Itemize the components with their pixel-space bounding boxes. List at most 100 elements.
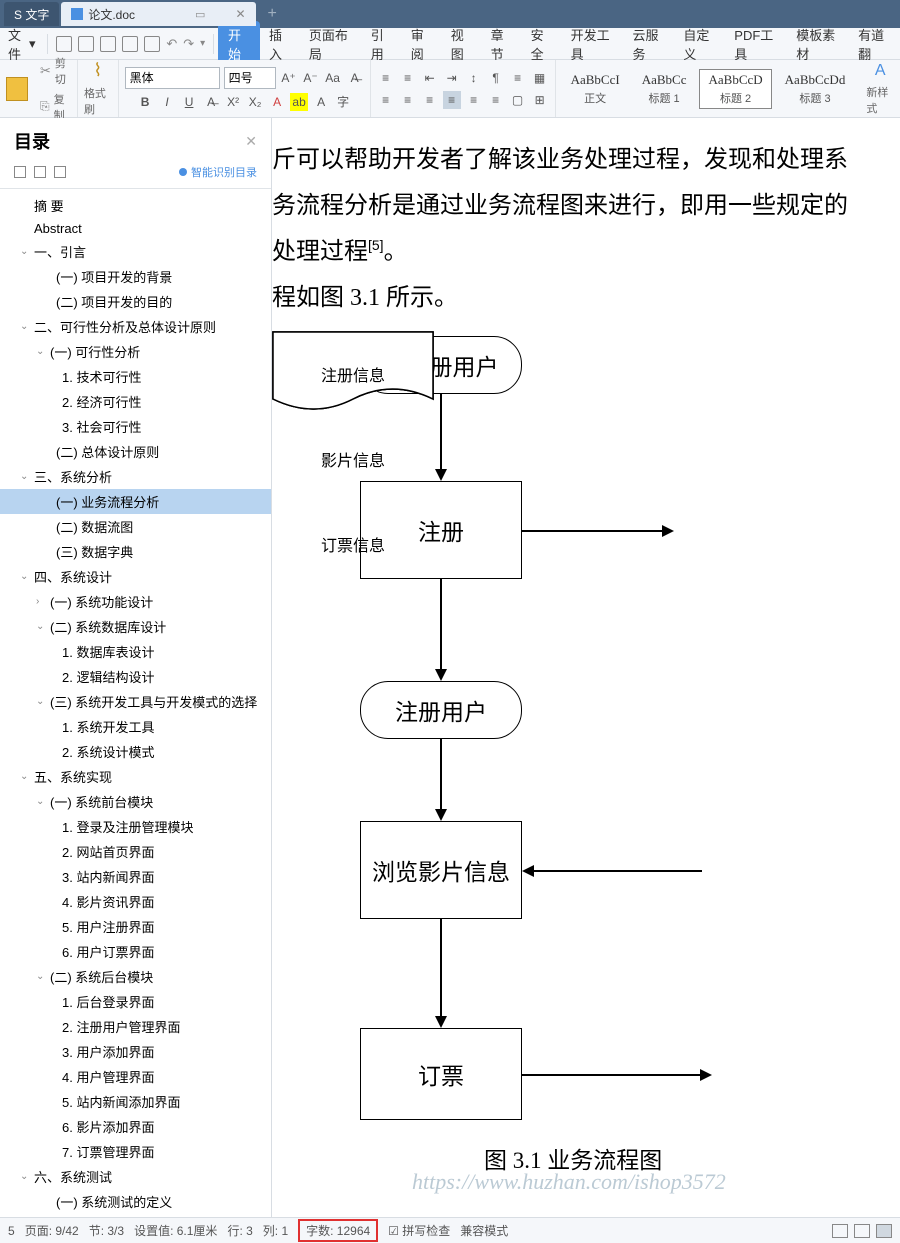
toc-item[interactable]: 4. 影片资讯界面 (0, 889, 271, 914)
export-icon[interactable] (100, 36, 116, 52)
toc-item[interactable]: 1. 技术可行性 (0, 364, 271, 389)
chevron-icon[interactable]: ⌄ (20, 571, 32, 582)
add-tab-button[interactable]: + (258, 5, 287, 23)
subscript-button[interactable]: X₂ (246, 93, 264, 111)
style-heading3[interactable]: AaBbCcDd标题 3 (776, 69, 855, 109)
toc-item[interactable]: (一) 业务流程分析 (0, 489, 271, 514)
open-icon[interactable] (56, 36, 72, 52)
chevron-icon[interactable]: ⌄ (20, 771, 32, 782)
save-icon[interactable] (78, 36, 94, 52)
toc-item[interactable]: ⌄四、系统设计 (0, 564, 271, 589)
font-color2-button[interactable]: A (312, 93, 330, 111)
toc-item[interactable]: ⌄六、系统测试 (0, 1164, 271, 1189)
line-spacing-button[interactable]: ≡ (509, 69, 527, 87)
cut-icon[interactable]: ✂ (40, 63, 51, 79)
menu-page-layout[interactable]: 页面布局 (300, 25, 362, 63)
preview-icon[interactable] (144, 36, 160, 52)
chevron-icon[interactable]: ⌄ (36, 696, 48, 707)
toc-item[interactable]: 1. 系统开发工具 (0, 714, 271, 739)
toc-item[interactable]: (二) 总体设计原则 (0, 439, 271, 464)
italic-button[interactable]: I (158, 93, 176, 111)
menu-reference[interactable]: 引用 (362, 25, 402, 63)
toc-item[interactable]: 3. 站内新闻界面 (0, 864, 271, 889)
toc-item[interactable]: 1. 数据库表设计 (0, 639, 271, 664)
toc-item[interactable]: (二) 数据流图 (0, 514, 271, 539)
toc-item[interactable]: 6. 用户订票界面 (0, 939, 271, 964)
shrink-font-icon[interactable]: A⁻ (302, 69, 320, 87)
style-heading1[interactable]: AaBbCc标题 1 (633, 69, 696, 109)
chevron-icon[interactable]: ⌄ (20, 321, 32, 332)
toc-item[interactable]: 1. 登录及注册管理模块 (0, 814, 271, 839)
line-height-button[interactable]: ≡ (487, 91, 505, 109)
smart-toc-button[interactable]: 智能识别目录 (179, 164, 257, 180)
decrease-indent-button[interactable]: ⇤ (421, 69, 439, 87)
toc-item[interactable]: ⌄(一) 可行性分析 (0, 339, 271, 364)
toc-item[interactable]: ⌄(二) 系统数据库设计 (0, 614, 271, 639)
document-tab[interactable]: 论文.doc ▭ ✕ (61, 2, 255, 26)
redo-icon[interactable]: ↷ (183, 36, 194, 52)
clear-format-icon[interactable]: A̶ (346, 69, 364, 87)
toc-item[interactable]: Abstract (0, 218, 271, 239)
bold-button[interactable]: B (136, 93, 154, 111)
toc-item[interactable]: 1. 后台登录界面 (0, 989, 271, 1014)
menu-youdao[interactable]: 有道翻 (849, 25, 900, 63)
toc-item[interactable]: (一) 系统测试的定义 (0, 1189, 271, 1214)
toc-item[interactable]: 摘 要 (0, 193, 271, 218)
print-icon[interactable] (122, 36, 138, 52)
toc-item[interactable]: 2. 注册用户管理界面 (0, 1014, 271, 1039)
shading-button[interactable]: ▢ (509, 91, 527, 109)
table-button[interactable]: ⊞ (531, 91, 549, 109)
chevron-icon[interactable]: ⌄ (36, 621, 48, 632)
status-page[interactable]: 页面: 9/42 (25, 1222, 79, 1239)
menu-template[interactable]: 模板素材 (787, 25, 849, 63)
underline-button[interactable]: U (180, 93, 198, 111)
undo-icon[interactable]: ↶ (166, 36, 177, 52)
toc-item[interactable]: ⌄二、可行性分析及总体设计原则 (0, 314, 271, 339)
toc-item[interactable]: 3. 用户添加界面 (0, 1039, 271, 1064)
grow-font-icon[interactable]: A⁺ (280, 69, 298, 87)
align-right-button[interactable]: ≡ (421, 91, 439, 109)
toc-item[interactable]: ⌄(二) 系统后台模块 (0, 964, 271, 989)
menu-view[interactable]: 视图 (442, 25, 482, 63)
toc-item[interactable]: ›(一) 系统功能设计 (0, 589, 271, 614)
style-normal[interactable]: AaBbCcI正文 (562, 69, 629, 109)
settings-icon[interactable] (54, 166, 66, 178)
chevron-icon[interactable]: ⌄ (20, 1171, 32, 1182)
toc-item[interactable]: 2. 逻辑结构设计 (0, 664, 271, 689)
change-case-icon[interactable]: Aa (324, 69, 342, 87)
fullscreen-icon[interactable] (832, 1224, 848, 1238)
phonetic-button[interactable]: 字 (334, 93, 352, 111)
font-name-select[interactable] (125, 67, 220, 89)
paste-button[interactable] (0, 75, 34, 103)
file-menu[interactable]: 文件▾ (0, 25, 43, 63)
toc-item[interactable]: ⌄(一) 系统前台模块 (0, 789, 271, 814)
print-layout-icon[interactable] (876, 1224, 892, 1238)
bullets-button[interactable]: ≡ (377, 69, 395, 87)
menu-chapter[interactable]: 章节 (482, 25, 522, 63)
toc-item[interactable]: (一) 项目开发的背景 (0, 264, 271, 289)
align-center-button[interactable]: ≡ (399, 91, 417, 109)
toc-item[interactable]: ⌄五、系统实现 (0, 764, 271, 789)
copy-icon[interactable]: ⎘ (40, 99, 50, 114)
tab-close-icon[interactable]: ✕ (235, 7, 245, 21)
toc-item[interactable]: 4. 用户管理界面 (0, 1064, 271, 1089)
collapse-all-icon[interactable] (34, 166, 46, 178)
style-heading2[interactable]: AaBbCcD标题 2 (699, 69, 771, 109)
dropdown-icon[interactable]: ▾ (200, 38, 205, 49)
align-left-button[interactable]: ≡ (377, 91, 395, 109)
toc-item[interactable]: ⌄(三) 系统开发工具与开发模式的选择 (0, 689, 271, 714)
toc-item[interactable]: 2. 经济可行性 (0, 389, 271, 414)
menu-insert[interactable]: 插入 (260, 25, 300, 63)
toc-item[interactable]: 2. 系统设计模式 (0, 739, 271, 764)
strike-button[interactable]: A̶ (202, 93, 220, 111)
toc-item[interactable]: (二) 项目开发的目的 (0, 289, 271, 314)
menu-pdf-tools[interactable]: PDF工具 (725, 25, 787, 63)
expand-all-icon[interactable] (14, 166, 26, 178)
distribute-button[interactable]: ≡ (465, 91, 483, 109)
window-restore-icon[interactable]: ▭ (195, 8, 205, 21)
toc-item[interactable]: 5. 用户注册界面 (0, 914, 271, 939)
toc-item[interactable]: ⌄一、引言 (0, 239, 271, 264)
chevron-icon[interactable]: ⌄ (20, 246, 32, 257)
highlight-button[interactable]: ab (290, 93, 308, 111)
toc-item[interactable]: ⌄三、系统分析 (0, 464, 271, 489)
